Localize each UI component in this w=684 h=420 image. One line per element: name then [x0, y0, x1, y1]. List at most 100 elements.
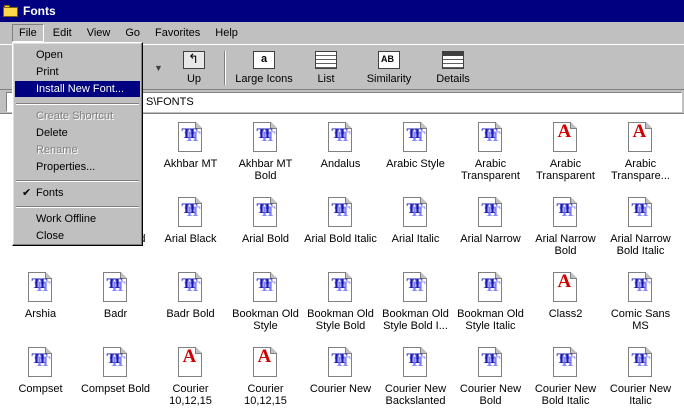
similarity-button[interactable]: Similarity — [362, 47, 416, 89]
font-item-label: Arabic Transparent — [536, 158, 595, 182]
font-item[interactable]: A Courier 10,12,15 — [228, 343, 303, 418]
font-item[interactable]: TT Arabic Transparent — [453, 118, 528, 193]
font-item-label: Arabic Transpare... — [611, 158, 670, 182]
large-icons-button[interactable]: Large Icons — [232, 47, 296, 89]
details-button[interactable]: Details — [430, 47, 476, 89]
checkmark-icon: ✔ — [22, 187, 32, 199]
font-item[interactable]: TT Andalus — [303, 118, 378, 193]
menu-fonts-label: Fonts — [36, 187, 64, 199]
font-item[interactable]: TT Arial Italic — [378, 193, 453, 268]
font-item[interactable]: TT Courier New Backslanted — [378, 343, 453, 418]
truetype-font-icon: TT — [402, 122, 429, 154]
list-icon — [315, 51, 337, 69]
menu-properties[interactable]: Properties... — [15, 159, 140, 175]
truetype-font-icon: TT — [627, 347, 654, 379]
font-item-label: Arial Narrow Bold Italic — [610, 233, 671, 257]
raster-font-icon: A — [177, 347, 204, 379]
menu-create-shortcut: Create Shortcut — [36, 110, 114, 122]
font-item[interactable]: TT Arial Black — [153, 193, 228, 268]
folder-icon — [3, 5, 19, 17]
font-item[interactable]: TT Arial Narrow Bold — [528, 193, 603, 268]
up-folder-icon — [183, 51, 205, 69]
font-item[interactable]: A Arabic Transpare... — [603, 118, 678, 193]
menu-file[interactable]: File — [12, 24, 44, 42]
menu-close[interactable]: Close — [15, 228, 140, 244]
menu-view[interactable]: View — [81, 25, 117, 41]
font-item[interactable]: TT Courier New Bold — [453, 343, 528, 418]
list-button[interactable]: List — [304, 47, 348, 89]
truetype-font-icon: TT — [552, 347, 579, 379]
menu-edit[interactable]: Edit — [47, 25, 78, 41]
font-item[interactable]: TT Arial Bold — [228, 193, 303, 268]
menu-separator — [16, 206, 139, 208]
font-item-label: Compset Bold — [80, 383, 151, 395]
font-item-label: Arial Narrow Bold — [535, 233, 596, 257]
font-item[interactable]: TT Arshia — [3, 268, 78, 343]
truetype-font-icon: TT — [27, 272, 54, 304]
menu-bar: File Edit View Go Favorites Help — [0, 22, 684, 44]
details-label: Details — [436, 73, 470, 85]
font-item[interactable]: TT Arial Narrow Bold Italic — [603, 193, 678, 268]
font-item[interactable]: TT Bookman Old Style Italic — [453, 268, 528, 343]
font-item[interactable]: TT Badr — [78, 268, 153, 343]
font-item-label: Badr Bold — [166, 308, 215, 320]
font-item[interactable]: TT Bookman Old Style Bold I... — [378, 268, 453, 343]
font-item-label: Arial Italic — [391, 233, 440, 245]
font-item-label: Arshia — [24, 308, 57, 320]
truetype-font-icon: TT — [177, 272, 204, 304]
font-item[interactable]: TT Akhbar MT Bold — [228, 118, 303, 193]
font-item[interactable]: TT Arabic Style — [378, 118, 453, 193]
truetype-font-icon: TT — [402, 347, 429, 379]
menu-work-offline[interactable]: Work Offline — [15, 211, 140, 227]
font-item[interactable]: TT Bookman Old Style Bold — [303, 268, 378, 343]
truetype-font-icon: TT — [327, 122, 354, 154]
font-item[interactable]: TT Compset Bold — [78, 343, 153, 418]
truetype-font-icon: TT — [102, 347, 129, 379]
truetype-font-icon: TT — [177, 122, 204, 154]
font-item-label: Bookman Old Style Italic — [457, 308, 524, 332]
dropdown-arrow-icon[interactable]: ▼ — [154, 63, 163, 73]
font-item-label: Courier New Bold Italic — [534, 383, 597, 407]
font-item[interactable]: TT Compset — [3, 343, 78, 418]
toolbar-separator — [224, 51, 226, 85]
menu-install-new-font[interactable]: Install New Font... — [15, 81, 140, 97]
font-item[interactable]: A Class2 — [528, 268, 603, 343]
font-item-label: Akhbar MT — [163, 158, 218, 170]
up-button[interactable]: Up — [172, 47, 216, 89]
font-item-label: Courier New Italic — [609, 383, 672, 407]
similarity-label: Similarity — [366, 73, 412, 85]
menu-open[interactable]: Open — [15, 47, 140, 63]
menu-delete[interactable]: Delete — [15, 125, 140, 141]
raster-font-icon: A — [627, 122, 654, 154]
font-item-label: Compset — [18, 383, 63, 395]
font-item[interactable]: A Arabic Transparent — [528, 118, 603, 193]
font-item-label: Arial Narrow — [460, 233, 521, 245]
font-item[interactable]: TT Comic Sans MS — [603, 268, 678, 343]
font-item[interactable]: TT Arial Narrow — [453, 193, 528, 268]
menu-go[interactable]: Go — [119, 25, 146, 41]
font-item[interactable]: TT Badr Bold — [153, 268, 228, 343]
truetype-font-icon: TT — [477, 197, 504, 229]
menu-print[interactable]: Print — [15, 64, 140, 80]
font-item[interactable]: TT Akhbar MT — [153, 118, 228, 193]
font-item-label: Arial Bold Italic — [304, 233, 377, 245]
truetype-font-icon: TT — [327, 272, 354, 304]
font-item-label: Arabic Style — [386, 158, 445, 170]
raster-font-icon: A — [552, 272, 579, 304]
list-label: List — [317, 73, 335, 85]
font-item-label: Courier New Bold — [459, 383, 522, 407]
font-item[interactable]: A Courier 10,12,15 — [153, 343, 228, 418]
menu-help[interactable]: Help — [209, 25, 244, 41]
font-item[interactable]: TT Arial Bold Italic — [303, 193, 378, 268]
font-item[interactable]: TT Bookman Old Style — [228, 268, 303, 343]
font-item[interactable]: TT Courier New — [303, 343, 378, 418]
font-item[interactable]: TT Courier New Italic — [603, 343, 678, 418]
menu-separator — [16, 180, 139, 182]
raster-font-icon: A — [552, 122, 579, 154]
window-title: Fonts — [23, 4, 56, 18]
truetype-font-icon: TT — [477, 272, 504, 304]
menu-fonts[interactable]: ✔ Fonts — [15, 185, 140, 201]
truetype-font-icon: TT — [327, 197, 354, 229]
menu-favorites[interactable]: Favorites — [149, 25, 206, 41]
font-item[interactable]: TT Courier New Bold Italic — [528, 343, 603, 418]
